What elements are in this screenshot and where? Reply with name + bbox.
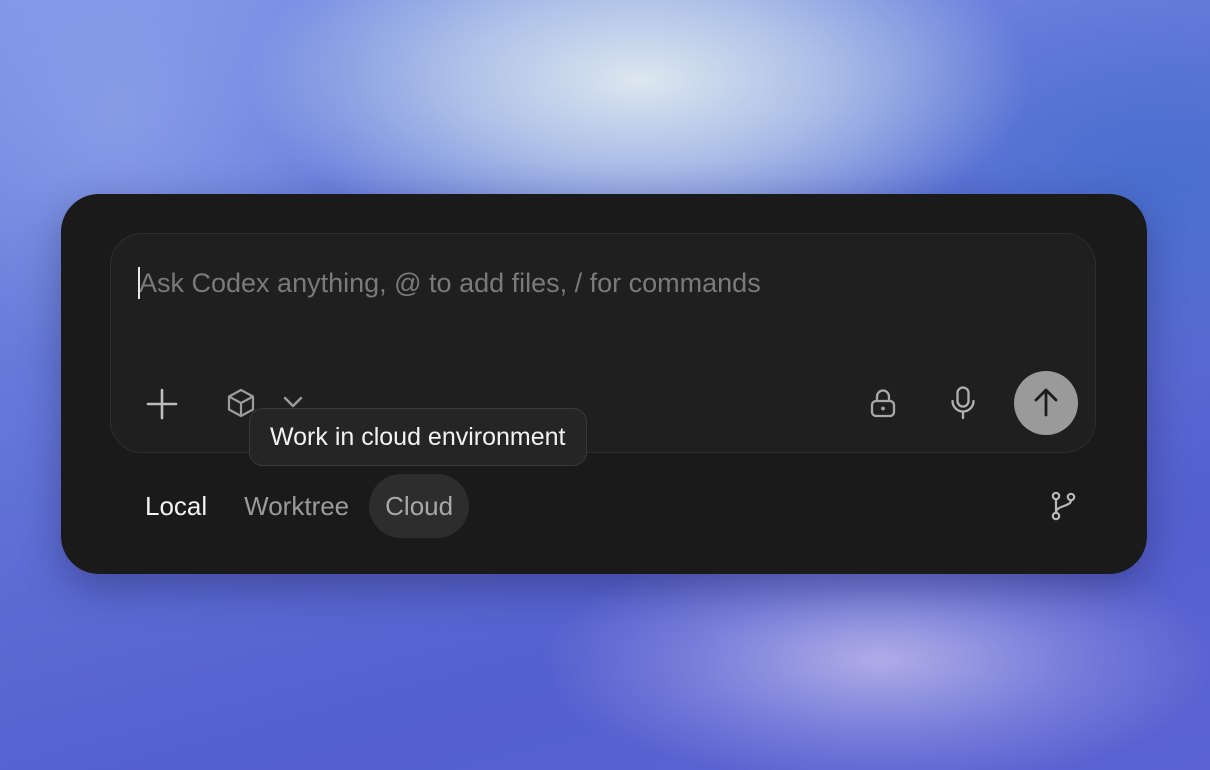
lock-icon xyxy=(868,387,898,419)
tab-cloud[interactable]: Cloud xyxy=(369,474,470,538)
branch-button[interactable] xyxy=(1044,487,1082,525)
prompt-input[interactable] xyxy=(139,268,1039,299)
git-branch-icon xyxy=(1047,490,1079,522)
tab-worktree[interactable]: Worktree xyxy=(227,474,369,538)
add-button[interactable] xyxy=(139,384,185,424)
voice-input-button[interactable] xyxy=(943,381,983,425)
codex-composer-panel: Work in cloud environment Local Worktree… xyxy=(61,194,1147,574)
permissions-button[interactable] xyxy=(863,383,903,423)
tab-label: Local xyxy=(145,490,208,521)
mode-tabs: Local Worktree Cloud xyxy=(125,474,470,538)
tab-label: Cloud xyxy=(385,490,454,521)
tab-label: Worktree xyxy=(244,490,350,521)
plus-icon xyxy=(145,387,179,421)
send-button[interactable] xyxy=(1014,371,1078,435)
microphone-icon xyxy=(948,385,978,421)
arrow-up-icon xyxy=(1029,385,1063,422)
cloud-tooltip: Work in cloud environment xyxy=(249,408,587,466)
tooltip-text: Work in cloud environment xyxy=(270,422,566,451)
tab-local[interactable]: Local xyxy=(125,474,227,538)
text-caret xyxy=(138,267,140,299)
